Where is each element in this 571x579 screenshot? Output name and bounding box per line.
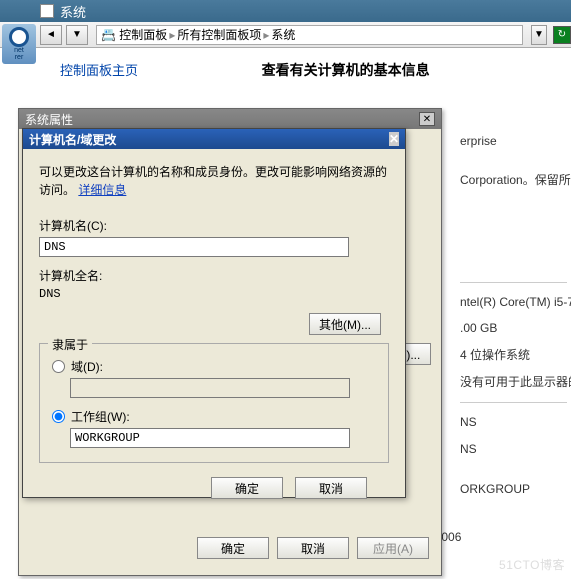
window-titlebar: 系统 xyxy=(0,0,571,22)
system-info-panel: erprise Corporation。保留所有权利 ntel(R) Core(… xyxy=(460,130,567,505)
info-dns2: NS xyxy=(460,438,567,461)
info-separator-2 xyxy=(460,402,567,403)
breadcrumb-part-1[interactable]: 控制面板 xyxy=(119,26,167,43)
member-of-legend: 隶属于 xyxy=(48,336,92,353)
breadcrumb-sep-1: ▸ xyxy=(169,28,175,42)
rename-cancel-button[interactable]: 取消 xyxy=(295,477,367,499)
system-properties-title: 系统属性 xyxy=(25,111,73,128)
domain-input xyxy=(70,378,350,398)
rename-ok-button[interactable]: 确定 xyxy=(211,477,283,499)
workgroup-input[interactable] xyxy=(70,428,350,448)
info-pen: 没有可用于此显示器的笔或触 xyxy=(460,371,567,394)
full-name-label: 计算机全名: xyxy=(39,267,389,284)
rename-dialog: 计算机名/域更改 ✕ 可以更改这台计算机的名称和成员身份。更改可能影响网络资源的… xyxy=(22,128,406,498)
explorer-toolbar: ◄ ▼ 📇 控制面板 ▸ 所有控制面板项 ▸ 系统 ▼ ↻ xyxy=(0,22,571,48)
rename-dialog-titlebar[interactable]: 计算机名/域更改 ✕ xyxy=(23,129,405,149)
window-title: 系统 xyxy=(60,2,86,21)
member-of-group: 隶属于 域(D): 工作组(W): xyxy=(39,343,389,463)
info-workgroup: ORKGROUP xyxy=(460,478,567,501)
workgroup-label: 工作组(W): xyxy=(71,408,130,425)
full-name-value: DNS xyxy=(39,287,389,301)
info-ram: .00 GB xyxy=(460,317,567,340)
rename-dialog-footer: 确定 取消 xyxy=(39,463,389,499)
other-button[interactable]: 其他(M)... xyxy=(309,313,381,335)
control-panel-home-link[interactable]: 控制面板主页 xyxy=(60,63,138,78)
breadcrumb-dropdown-button[interactable]: ▼ xyxy=(531,25,547,45)
detail-info-link[interactable]: 详细信息 xyxy=(78,183,126,197)
info-corp: Corporation。保留所有权利 xyxy=(460,169,567,192)
nav-forward-button[interactable]: ▼ xyxy=(66,25,88,45)
ie-label-2: rer xyxy=(15,54,24,61)
breadcrumb-sep-2: ▸ xyxy=(263,28,269,42)
rename-dialog-title: 计算机名/域更改 xyxy=(29,131,116,148)
info-edition: erprise xyxy=(460,130,567,153)
info-arch: 4 位操作系统 xyxy=(460,344,567,367)
info-separator-1 xyxy=(460,282,567,283)
domain-label: 域(D): xyxy=(71,358,103,375)
system-properties-footer: 确定 取消 应用(A) xyxy=(19,529,441,567)
computer-name-input[interactable] xyxy=(39,237,349,257)
window-icon xyxy=(40,4,54,18)
page-heading: 查看有关计算机的基本信息 xyxy=(262,60,430,80)
sysprops-apply-button[interactable]: 应用(A) xyxy=(357,537,429,559)
rename-dialog-close-button[interactable]: ✕ xyxy=(389,132,399,146)
ie-logo-icon xyxy=(9,27,29,47)
workgroup-radio-row: 工作组(W): xyxy=(52,408,376,425)
system-properties-titlebar[interactable]: 系统属性 ✕ xyxy=(19,109,441,129)
breadcrumb-part-2[interactable]: 所有控制面板项 xyxy=(177,26,261,43)
domain-radio-row: 域(D): xyxy=(52,358,376,375)
sysprops-ok-button[interactable]: 确定 xyxy=(197,537,269,559)
nav-back-button[interactable]: ◄ xyxy=(40,25,62,45)
refresh-button[interactable]: ↻ xyxy=(553,26,571,44)
computer-name-label: 计算机名(C): xyxy=(39,217,389,234)
ie-icon[interactable]: net rer xyxy=(2,24,36,64)
rename-description: 可以更改这台计算机的名称和成员身份。更改可能影响网络资源的访问。 详细信息 xyxy=(39,163,389,199)
breadcrumb[interactable]: 📇 控制面板 ▸ 所有控制面板项 ▸ 系统 xyxy=(96,25,523,45)
watermark: 51CTO博客 xyxy=(499,556,565,573)
info-cpu: ntel(R) Core(TM) i5-7200 xyxy=(460,291,567,314)
system-properties-close-button[interactable]: ✕ xyxy=(419,112,435,126)
ie-label-1: net xyxy=(14,47,24,54)
breadcrumb-part-3[interactable]: 系统 xyxy=(271,26,295,43)
domain-radio[interactable] xyxy=(52,360,65,373)
content-area: 控制面板主页 查看有关计算机的基本信息 xyxy=(40,50,571,90)
breadcrumb-icon: 📇 xyxy=(101,28,116,42)
info-dns1: NS xyxy=(460,411,567,434)
rename-dialog-body: 可以更改这台计算机的名称和成员身份。更改可能影响网络资源的访问。 详细信息 计算… xyxy=(23,149,405,513)
workgroup-radio[interactable] xyxy=(52,410,65,423)
sysprops-cancel-button[interactable]: 取消 xyxy=(277,537,349,559)
